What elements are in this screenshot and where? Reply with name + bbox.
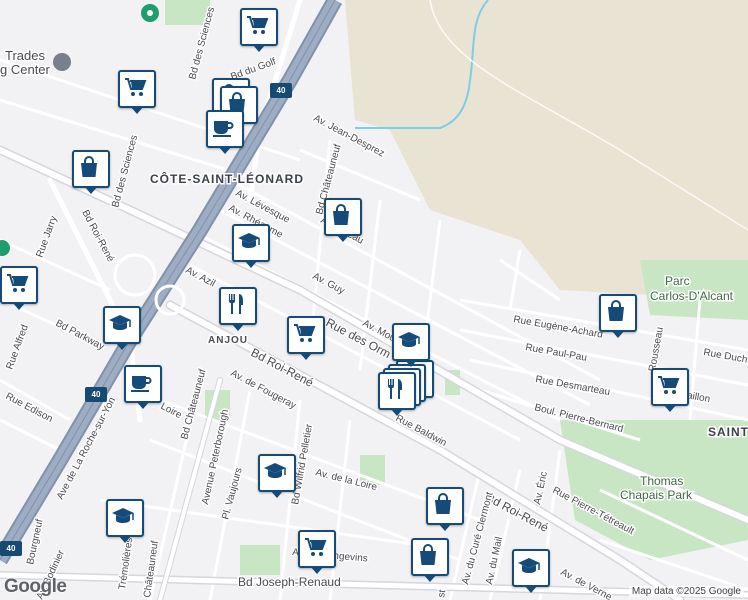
- district-cote-saint-leonard: CÔTE-SAINT-LÉONARD: [150, 171, 304, 186]
- map-marker-cutlery[interactable]: [219, 287, 257, 331]
- map-marker-cart[interactable]: [298, 530, 336, 574]
- map-marker-shopping-bag[interactable]: [72, 150, 110, 194]
- marker-tail: [663, 404, 677, 412]
- marker-tail: [299, 352, 313, 360]
- park-carlos-label-1: Parc: [665, 274, 690, 288]
- map-marker-cart[interactable]: [651, 368, 689, 412]
- street-av-de-verne: Av. de Verne: [559, 567, 614, 600]
- map-marker-cart[interactable]: [240, 8, 278, 52]
- marker-tail: [218, 146, 232, 154]
- map-marker-shopping-bag[interactable]: [599, 294, 637, 338]
- map-marker-cutlery[interactable]: [378, 372, 416, 416]
- map-marker-graduation-cap[interactable]: [392, 323, 430, 367]
- farmland-area: [345, 0, 748, 300]
- trades-center-line1: Trades: [5, 48, 45, 63]
- map-marker-cart[interactable]: [118, 70, 156, 114]
- street-bd-des-sciences-left: Bd des Sciences: [110, 134, 140, 209]
- street-bd-parkway: Bd Parkway: [54, 318, 106, 353]
- marker-tail: [336, 234, 350, 242]
- street-av-loire-top: Loire: [159, 401, 184, 421]
- map-marker-graduation-cap[interactable]: [258, 454, 296, 498]
- map-marker-graduation-cap[interactable]: [512, 549, 550, 593]
- map-marker-graduation-cap[interactable]: [103, 306, 141, 350]
- street-av-eric: Av. Éric: [530, 470, 550, 506]
- marker-tail: [611, 330, 625, 338]
- marker-tail: [118, 535, 132, 543]
- map-marker-shopping-bag[interactable]: [426, 487, 464, 531]
- marker-tail: [310, 566, 324, 574]
- map-marker-cart[interactable]: [0, 266, 38, 310]
- marker-tail: [130, 106, 144, 114]
- poi-pin-top-dot: [147, 10, 153, 16]
- marker-tail: [12, 302, 26, 310]
- marker-tail: [438, 523, 452, 531]
- marker-tail: [244, 260, 258, 268]
- map-marker-shopping-bag[interactable]: [411, 538, 449, 582]
- marker-tail: [252, 44, 266, 52]
- highway-shield-2: 40: [85, 387, 107, 402]
- map-marker-shopping-bag[interactable]: [324, 198, 362, 242]
- street-rue-jarry: Rue Jarry: [34, 215, 59, 260]
- map-marker-coffee-cup[interactable]: [124, 365, 162, 409]
- street-av-azilda: Av. Azil: [184, 265, 217, 290]
- marker-tail: [84, 186, 98, 194]
- google-logo: Google: [4, 576, 67, 597]
- park-small-4: [240, 545, 280, 575]
- trades-center-line2: g Center: [0, 62, 51, 77]
- park-thomas-label-1: Thomas: [640, 474, 683, 488]
- park-thomas-label-2: Chapais Park: [620, 488, 693, 502]
- marker-tail: [524, 585, 538, 593]
- marker-tail: [136, 401, 150, 409]
- poi-trades-icon[interactable]: [53, 53, 71, 71]
- marker-tail: [270, 490, 284, 498]
- marker-tail: [423, 574, 437, 582]
- street-pl-vaujours: Pl. Vaujours: [220, 467, 244, 521]
- highway-shield-3: 40: [0, 541, 22, 556]
- marker-tail: [390, 408, 404, 416]
- street-bd-joseph-renaud: Bd Joseph-Renaud: [238, 575, 341, 589]
- street-rue-paul-pau: Rue Paul-Pau: [524, 342, 587, 364]
- street-rue-alfred: Rue Alfred: [4, 323, 30, 371]
- street-av-du-mail: Av. du Mail: [484, 536, 505, 586]
- map-marker-coffee-cup[interactable]: [206, 110, 244, 154]
- map-attribution: Map data ©2025 Google: [628, 586, 744, 597]
- marker-tail: [115, 342, 129, 350]
- map-marker-graduation-cap[interactable]: [232, 224, 270, 268]
- highway-shield-1: 40: [270, 83, 292, 98]
- district-saint: SAINT: [708, 425, 748, 439]
- marker-tail: [231, 323, 245, 331]
- map-marker-graduation-cap[interactable]: [106, 499, 144, 543]
- map-marker-cart[interactable]: [287, 316, 325, 360]
- marker-tail: [404, 359, 418, 367]
- district-anjou: ANJOU: [208, 335, 248, 346]
- park-carlos-label-2: Carlos-D'Alcant: [650, 289, 734, 303]
- street-bd-roi-rene-left: Bd Roi-René: [79, 208, 116, 264]
